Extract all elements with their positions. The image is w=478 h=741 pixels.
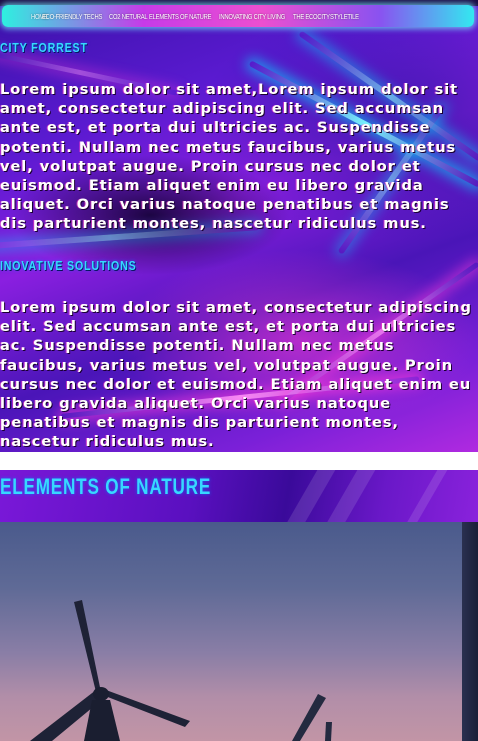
wind-turbine-photo	[0, 522, 478, 741]
section-divider	[0, 452, 478, 470]
innovative-solutions-text: Lorem ipsum dolor sit amet, consectetur …	[0, 299, 472, 451]
main-nav: HOME ECO-FRIENDLY TECHS CO2 NETURAL ELEM…	[2, 5, 474, 27]
wind-turbine-silhouette	[30, 600, 332, 741]
nav-co2-neutral[interactable]: CO2 NETURAL	[109, 12, 148, 21]
elements-of-nature-heading: ELEMENTS OF NATURE	[0, 474, 212, 499]
nav-styletile[interactable]: STYLETILE	[330, 12, 359, 21]
innovative-solutions-heading: INOVATIVE SOLUTIONS	[0, 258, 137, 273]
nav-innovating-city-living[interactable]: INNOVATING CITY LIVING	[219, 12, 285, 21]
photo-edge	[462, 522, 478, 741]
nav-eco-friendly-techs[interactable]: ECO-FRIENDLY TECHS	[42, 12, 102, 21]
city-forrest-heading: CITY FORREST	[0, 40, 88, 55]
nav-the-ecocity[interactable]: THE ECOCITY	[293, 12, 330, 21]
nav-elements-of-nature[interactable]: ELEMENTS OF NATURE	[149, 12, 212, 21]
city-forrest-text: Lorem ipsum dolor sit amet,Lorem ipsum d…	[0, 81, 459, 233]
